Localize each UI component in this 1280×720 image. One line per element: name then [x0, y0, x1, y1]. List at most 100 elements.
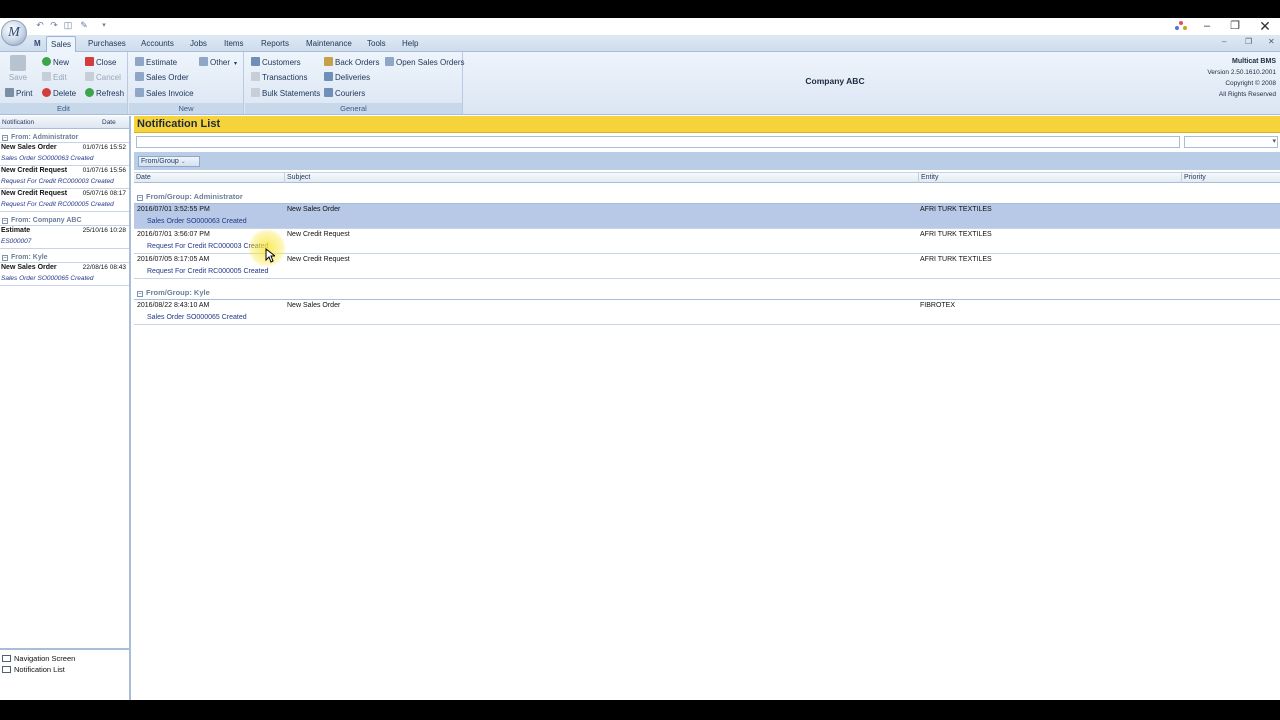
- mouse-pointer-icon: [265, 248, 275, 263]
- pencil-icon: [42, 72, 51, 81]
- sidebar-group-header[interactable]: – From: Kyle: [0, 253, 129, 263]
- grid-group-header[interactable]: – From/Group: Kyle: [134, 285, 1280, 300]
- sidebar-notification-item[interactable]: New Sales Order 22/08/16 08:43 Sales Order…: [0, 263, 129, 286]
- sidebar-col-date[interactable]: Date: [102, 116, 116, 129]
- truck-icon: [324, 88, 333, 97]
- table-row[interactable]: 2016/07/01 3:52:55 PM New Sales Order AFRI…: [134, 204, 1280, 229]
- close-window-button[interactable]: ✕: [1250, 18, 1280, 35]
- undo-icon[interactable]: ↶: [34, 20, 46, 31]
- notification-date: 25/10/16 10:28: [82, 227, 126, 234]
- table-row[interactable]: 2016/08/22 8:43:10 AM New Sales Order FIBR…: [134, 300, 1280, 325]
- deliveries-button[interactable]: Deliveries: [324, 71, 370, 84]
- ribbon-group-new: Estimate Other ▾ Sales Order Sales Invoic…: [129, 52, 244, 114]
- tab-jobs[interactable]: Jobs: [186, 36, 211, 52]
- tab-tools[interactable]: Tools: [363, 36, 390, 52]
- restore-button[interactable]: ❐: [1220, 18, 1250, 35]
- search-document-icon: [385, 57, 394, 66]
- sidebar-notification-item[interactable]: New Credit Request 01/07/16 15:56 Request …: [0, 166, 129, 189]
- sidebar-group-header[interactable]: – From: Administrator: [0, 133, 129, 143]
- ribbon-group-label: General: [245, 103, 462, 114]
- tab-maintenance[interactable]: Maintenance: [302, 36, 356, 52]
- open-sales-orders-button[interactable]: Open Sales Orders: [385, 56, 464, 69]
- sidebar-notification-item[interactable]: New Sales Order 01/07/16 15:52 Sales Order…: [0, 143, 129, 166]
- collapse-icon[interactable]: –: [137, 195, 143, 201]
- sidebar-notification-item[interactable]: Estimate 25/10/16 10:28 ES000007: [0, 226, 129, 249]
- table-row[interactable]: 2016/07/01 3:56:07 PM New Credit Request A…: [134, 229, 1280, 254]
- notification-summary: Sales Order SO000063 Created: [1, 155, 94, 162]
- save-button[interactable]: Save: [6, 55, 30, 82]
- nav-navigation-screen[interactable]: Navigation Screen: [0, 653, 129, 664]
- notification-list-panel: Notification List ▾ From/Group ⌄ Date Su…: [134, 116, 1280, 700]
- column-entity[interactable]: Entity: [918, 173, 1181, 183]
- row-detail: Request For Credit RC000005 Created: [147, 268, 269, 275]
- column-subject[interactable]: Subject: [284, 173, 918, 183]
- filter-dropdown[interactable]: ▾: [1184, 136, 1278, 148]
- sales-order-button[interactable]: Sales Order: [135, 71, 189, 84]
- customers-button[interactable]: Customers: [251, 56, 301, 69]
- document-icon: [199, 57, 208, 66]
- collapse-icon[interactable]: –: [137, 291, 143, 297]
- new-button[interactable]: New: [42, 56, 69, 69]
- mdi-close-button[interactable]: ✕: [1268, 37, 1275, 46]
- refresh-button[interactable]: Refresh: [85, 87, 124, 100]
- column-date[interactable]: Date: [134, 173, 284, 183]
- tab-items[interactable]: Items: [220, 36, 248, 52]
- menu-tab-bar: M Sales Purchases Accounts Jobs Items Re…: [0, 35, 1280, 52]
- delete-button[interactable]: Delete: [42, 87, 76, 100]
- other-dropdown-button[interactable]: Other ▾: [199, 56, 237, 69]
- row-date: 2016/07/05 8:17:05 AM: [137, 256, 210, 263]
- collapse-icon[interactable]: –: [2, 255, 8, 261]
- minimize-button[interactable]: –: [1192, 18, 1222, 35]
- edit-button[interactable]: Edit: [42, 71, 67, 84]
- tab-help[interactable]: Help: [398, 36, 422, 52]
- row-entity: FIBROTEX: [920, 302, 956, 309]
- close-button[interactable]: Close: [85, 56, 116, 69]
- app-orb-icon[interactable]: M: [1, 20, 27, 46]
- sidebar-col-notification[interactable]: Notification: [2, 116, 34, 129]
- back-orders-button[interactable]: Back Orders: [324, 56, 379, 69]
- couriers-button[interactable]: Couriers: [324, 87, 365, 100]
- sidebar-navigation: Navigation Screen Notification List: [0, 648, 129, 675]
- tab-accounts[interactable]: Accounts: [137, 36, 178, 52]
- cancel-button[interactable]: Cancel: [85, 71, 121, 84]
- document-icon: [135, 88, 144, 97]
- print-button[interactable]: Print: [5, 87, 32, 100]
- help-assistant-icon[interactable]: [1175, 21, 1187, 33]
- grid-group-label: From/Group: Kyle: [146, 288, 210, 297]
- ribbon-group-general: Customers Back Orders Open Sales Orders …: [245, 52, 464, 114]
- transactions-button[interactable]: Transactions: [251, 71, 308, 84]
- customize-toolbar-icon[interactable]: ▾: [98, 20, 110, 31]
- window-icon: [2, 666, 11, 673]
- column-priority[interactable]: Priority: [1181, 173, 1280, 183]
- notification-title: New Sales Order: [1, 264, 57, 271]
- estimate-button[interactable]: Estimate: [135, 56, 177, 69]
- binoculars-icon[interactable]: ◫: [62, 20, 74, 31]
- version-text: Version 2.50.1610.2001: [1207, 69, 1276, 76]
- brush-icon[interactable]: ✎: [78, 20, 90, 31]
- group-by-chip[interactable]: From/Group ⌄: [138, 156, 200, 167]
- sidebar-notification-item[interactable]: New Credit Request 05/07/16 08:17 Request …: [0, 189, 129, 212]
- chevron-down-icon: ▾: [234, 61, 238, 67]
- table-row[interactable]: 2016/07/05 8:17:05 AM New Credit Request A…: [134, 254, 1280, 279]
- copyright-text: Copyright © 2008: [1225, 80, 1276, 87]
- sidebar-group-label: From: Company ABC: [11, 217, 82, 224]
- grid-group-header[interactable]: – From/Group: Administrator: [134, 189, 1280, 204]
- mdi-minimize-button[interactable]: –: [1222, 37, 1226, 46]
- app-logo-icon: M: [34, 39, 41, 48]
- save-icon: [10, 55, 26, 71]
- redo-icon[interactable]: ↷: [48, 20, 60, 31]
- tab-reports[interactable]: Reports: [257, 36, 293, 52]
- collapse-icon[interactable]: –: [2, 218, 8, 224]
- notification-date: 01/07/16 15:52: [82, 144, 126, 151]
- sales-invoice-button[interactable]: Sales Invoice: [135, 87, 194, 100]
- collapse-icon[interactable]: –: [2, 135, 8, 141]
- bulk-statements-button[interactable]: Bulk Statements: [251, 87, 320, 100]
- ribbon-group-label: New: [129, 103, 243, 114]
- tab-purchases[interactable]: Purchases: [84, 36, 130, 52]
- sidebar-group-header[interactable]: – From: Company ABC: [0, 216, 129, 226]
- mdi-restore-button[interactable]: ❐: [1245, 37, 1252, 46]
- nav-notification-list[interactable]: Notification List: [0, 664, 129, 675]
- delete-icon: [42, 88, 51, 97]
- search-input[interactable]: [136, 136, 1180, 148]
- tab-sales[interactable]: Sales: [46, 36, 77, 52]
